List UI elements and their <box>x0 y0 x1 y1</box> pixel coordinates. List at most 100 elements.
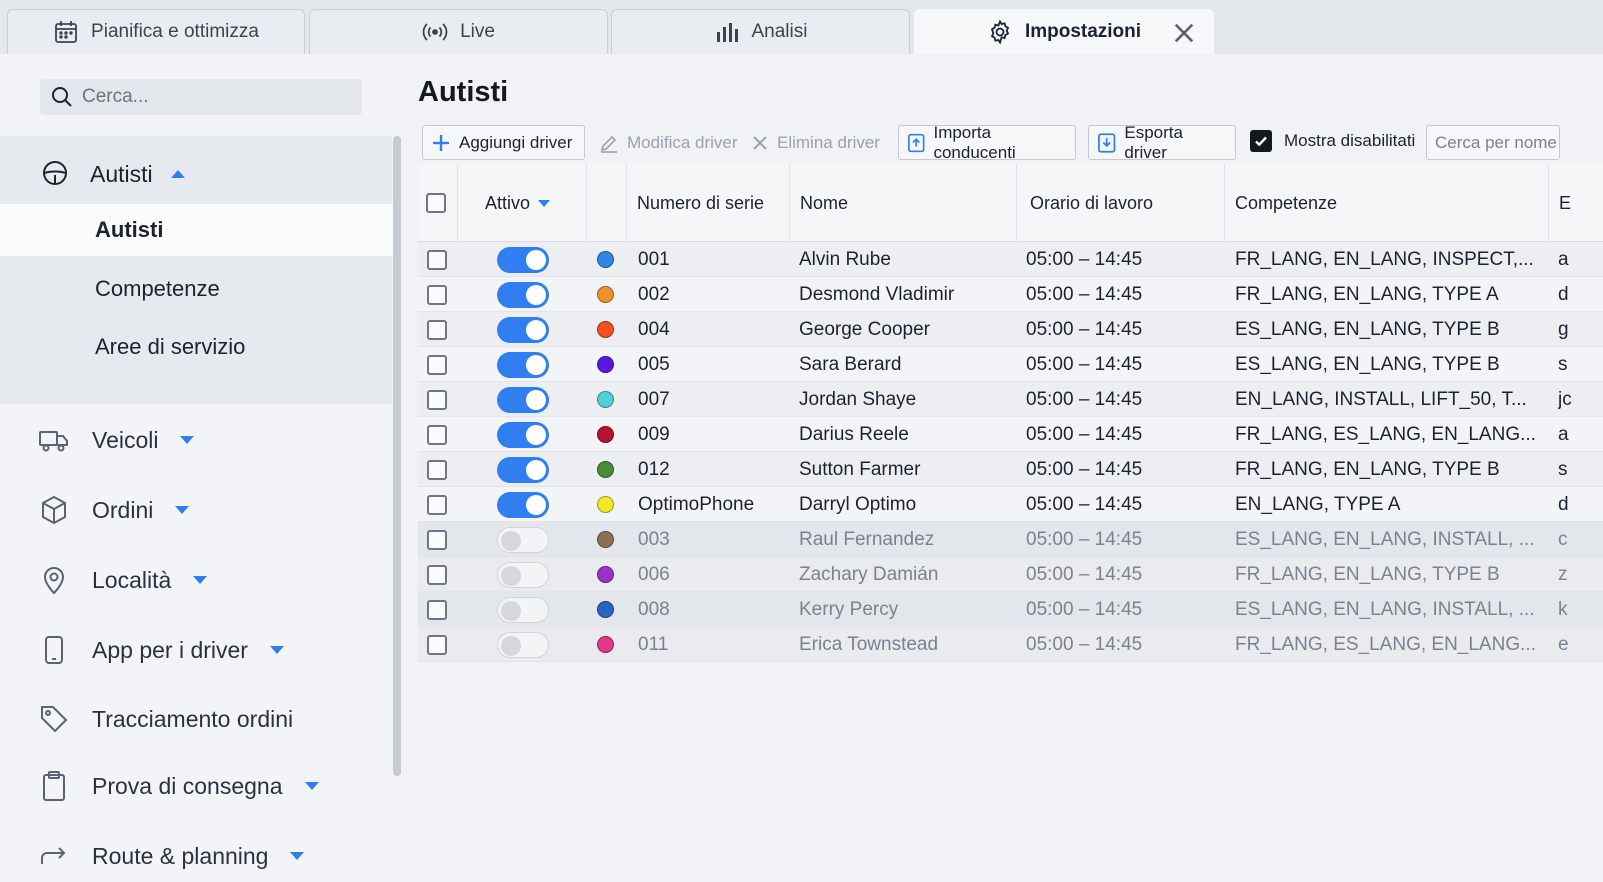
sidebar-section-autisti: Autisti Autisti Competenze Aree di servi… <box>0 136 401 404</box>
header-skills[interactable]: Competenze <box>1225 164 1549 242</box>
active-toggle[interactable] <box>497 316 549 343</box>
sidebar-item-autisti[interactable]: Autisti <box>0 204 401 256</box>
active-toggle[interactable] <box>497 246 549 273</box>
row-checkbox[interactable] <box>427 354 447 375</box>
active-toggle[interactable] <box>497 526 549 553</box>
extra-cell: z <box>1558 563 1568 585</box>
section-header-autisti[interactable]: Autisti <box>40 158 185 190</box>
active-toggle[interactable] <box>497 351 549 378</box>
header-name[interactable]: Nome <box>790 164 1017 242</box>
table-row[interactable]: 001 Alvin Rube 05:00 – 14:45 FR_LANG, EN_LA… <box>418 242 1603 277</box>
table-row[interactable]: 007 Jordan Shaye 05:00 – 14:45 EN_LANG, INS… <box>418 382 1603 417</box>
color-cell <box>597 522 621 557</box>
tab-impostazioni[interactable]: Impostazioni <box>914 9 1214 54</box>
row-checkbox[interactable] <box>427 459 447 480</box>
serial-cell: 005 <box>638 353 670 375</box>
nav-label: Località <box>92 566 172 593</box>
serial-cell: 003 <box>638 528 670 550</box>
row-checkbox[interactable] <box>427 529 447 550</box>
edit-driver-button[interactable]: Modifica driver <box>590 125 747 160</box>
tab-bar: Pianifica e ottimizza Live Analisi Impos… <box>0 0 1603 54</box>
sidebar-item-prova-di-consegna[interactable]: Prova di consegna <box>38 770 319 802</box>
table-row[interactable]: 005 Sara Berard 05:00 – 14:45 ES_LANG, EN_L… <box>418 347 1603 382</box>
hours-cell: 05:00 – 14:45 <box>1026 388 1143 410</box>
sidebar-item-veicoli[interactable]: Veicoli <box>38 424 195 456</box>
active-toggle-cell <box>497 557 557 592</box>
header-extra[interactable]: E <box>1549 164 1603 242</box>
tab-pianifica[interactable]: Pianifica e ottimizza <box>7 9 305 54</box>
tab-analisi[interactable]: Analisi <box>611 9 910 54</box>
export-drivers-button[interactable]: Esporta driver <box>1088 123 1236 162</box>
row-checkbox[interactable] <box>427 424 447 445</box>
sidebar-item-app-per-i-driver[interactable]: App per i driver <box>38 634 284 666</box>
row-checkbox[interactable] <box>427 249 447 270</box>
table-row[interactable]: 011 Erica Townstead 05:00 – 14:45 FR_LANG, … <box>418 627 1603 662</box>
row-checkbox[interactable] <box>427 284 447 305</box>
table-row[interactable]: 003 Raul Fernandez 05:00 – 14:45 ES_LANG, E… <box>418 522 1603 557</box>
table-row[interactable]: 006 Zachary Damián 05:00 – 14:45 FR_LANG, E… <box>418 557 1603 592</box>
active-toggle[interactable] <box>497 561 549 588</box>
toggle-knob <box>501 565 521 586</box>
show-disabled-checkbox[interactable]: Mostra disabilitati <box>1250 130 1415 152</box>
row-checkbox[interactable] <box>427 634 447 655</box>
sidebar-item-route-planning[interactable]: Route & planning <box>38 840 305 872</box>
import-drivers-button[interactable]: Importa conducenti <box>898 123 1076 162</box>
header-hours[interactable]: Orario di lavoro <box>1017 164 1225 242</box>
nav-label: App per i driver <box>92 636 248 663</box>
table-row[interactable]: 004 George Cooper 05:00 – 14:45 ES_LANG, EN… <box>418 312 1603 347</box>
serial-cell: 009 <box>638 423 670 445</box>
steering-icon <box>43 161 67 185</box>
delete-driver-button[interactable]: Elimina driver <box>742 125 889 160</box>
table-row[interactable]: 008 Kerry Percy 05:00 – 14:45 ES_LANG, EN_L… <box>418 592 1603 627</box>
sidebar-item-tracciamento-ordini[interactable]: Tracciamento ordini <box>38 703 293 735</box>
toggle-knob <box>526 389 546 410</box>
color-cell <box>597 242 621 277</box>
row-select-cell <box>427 312 457 347</box>
table-row[interactable]: OptimoPhone Darryl Optimo 05:00 – 14:45 EN_… <box>418 487 1603 522</box>
skills-cell: FR_LANG, ES_LANG, EN_LANG... <box>1235 633 1536 655</box>
hours-cell: 05:00 – 14:45 <box>1026 248 1143 270</box>
sidebar-item-competenze[interactable]: Competenze <box>0 263 401 315</box>
active-toggle[interactable] <box>497 421 549 448</box>
caret-down-icon <box>180 436 195 444</box>
row-checkbox[interactable] <box>427 564 447 585</box>
add-driver-button[interactable]: Aggiungi driver <box>422 125 585 160</box>
active-toggle[interactable] <box>497 281 549 308</box>
search-icon <box>52 87 72 107</box>
header-active[interactable]: Attivo <box>458 164 587 242</box>
active-toggle-cell <box>497 627 557 662</box>
row-checkbox[interactable] <box>427 389 447 410</box>
main-panel: Autisti Aggiungi driver Modifica driver … <box>402 54 1603 882</box>
header-serial[interactable]: Numero di serie <box>627 164 790 242</box>
select-all-checkbox[interactable] <box>426 193 446 213</box>
close-icon[interactable] <box>1171 20 1197 46</box>
active-toggle[interactable] <box>497 596 549 623</box>
skills-cell: EN_LANG, INSTALL, LIFT_50, T... <box>1235 388 1527 410</box>
table-row[interactable]: 012 Sutton Farmer 05:00 – 14:45 FR_LANG, EN… <box>418 452 1603 487</box>
row-select-cell <box>427 417 457 452</box>
search-input[interactable] <box>82 86 342 108</box>
tab-live[interactable]: Live <box>309 9 608 54</box>
sidebar-item-localita[interactable]: Località <box>38 564 208 596</box>
sidebar-item-ordini[interactable]: Ordini <box>38 494 190 526</box>
row-checkbox[interactable] <box>427 599 447 620</box>
name-cell: George Cooper <box>799 318 930 340</box>
hours-cell: 05:00 – 14:45 <box>1026 633 1143 655</box>
name-search-input[interactable] <box>1426 125 1560 160</box>
active-toggle[interactable] <box>497 386 549 413</box>
row-checkbox[interactable] <box>427 494 447 515</box>
button-label: Modifica driver <box>627 132 738 152</box>
caret-down-icon <box>175 506 190 514</box>
table-row[interactable]: 002 Desmond Vladimir 05:00 – 14:45 FR_LANG,… <box>418 277 1603 312</box>
nav-label: Prova di consegna <box>92 772 283 799</box>
color-cell <box>597 417 621 452</box>
active-toggle[interactable] <box>497 456 549 483</box>
active-toggle[interactable] <box>497 491 549 518</box>
row-checkbox[interactable] <box>427 319 447 340</box>
sidebar-item-aree-di-servizio[interactable]: Aree di servizio <box>0 321 401 373</box>
extra-cell: s <box>1558 353 1568 375</box>
row-select-cell <box>427 627 457 662</box>
sidebar-scrollbar[interactable] <box>393 136 401 776</box>
active-toggle[interactable] <box>497 631 549 658</box>
table-row[interactable]: 009 Darius Reele 05:00 – 14:45 FR_LANG, ES_… <box>418 417 1603 452</box>
